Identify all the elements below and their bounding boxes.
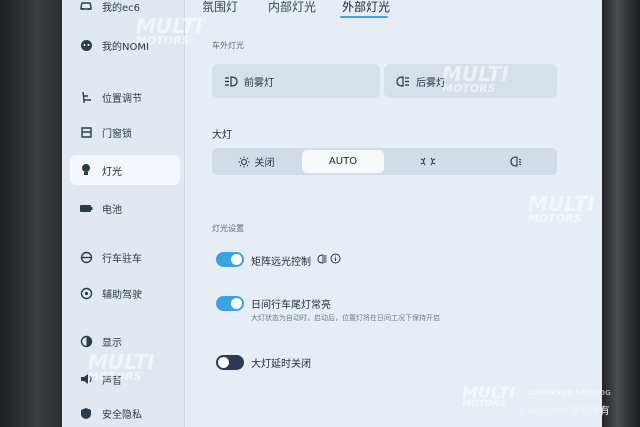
sidebar-item-label: 行车驻车 — [102, 253, 142, 265]
headlight-option-low-beam[interactable] — [472, 148, 557, 175]
toggle-knob — [231, 298, 242, 309]
headlight-option-auto[interactable]: AUTO — [302, 150, 384, 173]
sidebar-item-drive-park[interactable]: 行车驻车 — [70, 242, 180, 272]
section-label-light-settings: 灯光设置 — [212, 224, 244, 233]
copyright-credit: ©xin.com 版权所有 — [517, 406, 610, 417]
daytime-tail-light-toggle[interactable] — [216, 296, 244, 311]
screen-bezel-right — [602, 0, 640, 427]
toggle-knob — [231, 254, 242, 265]
nomi-icon — [78, 37, 94, 53]
sidebar-item-driving-assist[interactable]: 辅助驾驶 — [70, 278, 180, 308]
info-icon[interactable] — [330, 253, 341, 264]
sidebar-item-door-lock[interactable]: 门窗锁 — [70, 117, 180, 147]
shield-icon — [78, 405, 94, 421]
watermark-catalog: CARPICKER KATALOG — [528, 389, 611, 397]
matrix-high-beam-title: 矩阵远光控制 — [251, 257, 311, 268]
sidebar-item-label: 门窗锁 — [102, 128, 132, 140]
sidebar-item-position[interactable]: 位置调节 — [70, 82, 180, 112]
watermark-brand-2: MOTORS — [136, 34, 190, 47]
low-beam-icon — [508, 156, 522, 167]
front-fog-label: 前雾灯 — [244, 77, 274, 89]
front-fog-button[interactable]: 前雾灯 — [212, 64, 380, 98]
headlight-delay-off-toggle[interactable] — [216, 355, 244, 370]
headlight-option-parking[interactable] — [386, 148, 470, 175]
screen-bezel-left — [0, 0, 62, 427]
daytime-tail-light-title: 日间行车尾灯常亮 — [251, 300, 331, 311]
headlight-option-label: 关闭 — [254, 158, 275, 169]
car-icon — [78, 0, 94, 14]
active-tab-indicator — [340, 16, 388, 18]
sidebar-item-label: 显示 — [102, 337, 122, 349]
tab-bar: 氛围灯 内部灯光 外部灯光 — [185, 0, 602, 20]
watermark-brand-2: MOTORS — [528, 212, 582, 225]
sidebar-item-lights[interactable]: 灯光 — [70, 155, 180, 185]
sidebar-item-security-privacy[interactable]: 安全隐私 — [70, 398, 180, 427]
front-fog-icon — [224, 75, 238, 87]
tab-interior-light[interactable]: 内部灯光 — [268, 0, 316, 15]
sidebar-item-battery[interactable]: 电池 — [70, 193, 180, 223]
bulb-icon — [78, 162, 94, 178]
watermark-brand-2: MOTORS — [442, 82, 496, 95]
matrix-high-beam-toggle[interactable] — [216, 252, 244, 267]
headlight-option-off[interactable]: 关闭 — [212, 148, 300, 175]
sun-off-icon — [238, 156, 250, 168]
sidebar-item-label: 辅助驾驶 — [102, 289, 142, 301]
section-label-exterior: 车外灯光 — [212, 41, 244, 50]
watermark-brand-2: MOTORS — [462, 399, 506, 409]
assist-icon — [78, 285, 94, 301]
sidebar-item-label: 我的ec6 — [102, 2, 141, 14]
sidebar-item-label: 位置调节 — [102, 93, 142, 105]
sidebar-item-label: 安全隐私 — [102, 409, 142, 421]
battery-icon — [78, 200, 94, 216]
sidebar-item-label: 电池 — [102, 204, 122, 216]
headlight-label: 大灯 — [212, 130, 232, 141]
headlight-delay-off-title: 大灯延时关闭 — [251, 359, 311, 370]
tab-ambient-light[interactable]: 氛围灯 — [202, 0, 238, 15]
daytime-tail-light-desc: 大灯状态为自动时，启动后，位置灯将在日间工况下保持开启 — [251, 314, 440, 322]
watermark-brand-2: MOTORS — [88, 370, 142, 383]
door-icon — [78, 124, 94, 140]
rear-fog-icon — [396, 75, 410, 87]
tab-exterior-light[interactable]: 外部灯光 — [342, 0, 390, 15]
seat-icon — [78, 89, 94, 105]
high-beam-icon — [316, 254, 327, 264]
drive-icon — [78, 249, 94, 265]
toggle-knob — [218, 357, 229, 368]
parking-light-icon — [420, 156, 436, 167]
headlight-mode-selector: 关闭 AUTO — [212, 148, 557, 175]
sidebar-item-label: 灯光 — [102, 166, 122, 178]
display-icon — [78, 333, 94, 349]
headlight-option-label: AUTO — [328, 156, 358, 167]
